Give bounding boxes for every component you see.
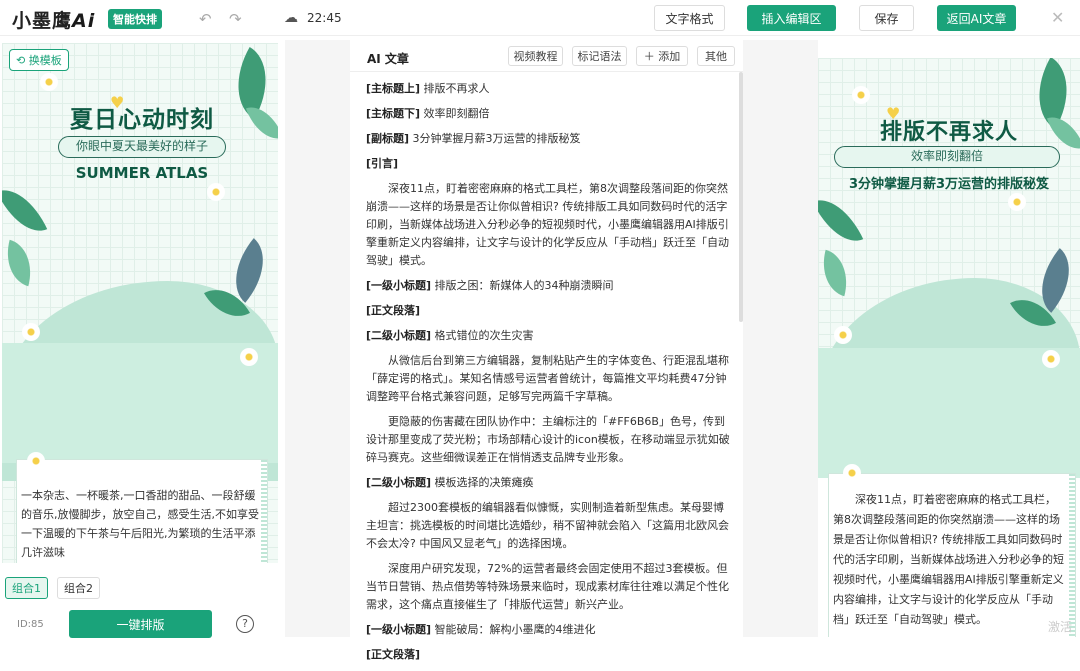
stripe-decoration (1069, 474, 1075, 637)
top-bar: 小墨鹰Ai 智能快排 ↶ ↷ ☁ 22:45 文字格式 插入编辑区 保存 返回A… (0, 0, 1080, 36)
article-paragraph: 从微信后台到第三方编辑器，复制粘贴产生的字体变色、行距混乱堪称「薛定谔的格式」。… (366, 352, 732, 406)
preview-text-box: 深夜11点，盯着密密麻麻的格式工具栏，第8次调整段落间距的你突然崩溃——这样的场… (828, 464, 1076, 637)
article-paragraph: 深夜11点，盯着密密麻麻的格式工具栏，第8次调整段落间距的你突然崩溃——这样的场… (366, 180, 732, 270)
paragraph-tag: [一级小标题] (366, 279, 432, 292)
save-time: 22:45 (307, 11, 342, 25)
preview-title: 排版不再求人 (879, 120, 1018, 145)
flower-icon (240, 348, 258, 366)
article-paragraph: [一级小标题] 排版之困：新媒体人的34种崩溃瞬间 (366, 277, 732, 295)
article-paragraph: [副标题] 3分钟掌握月薪3万运营的排版秘笈 (366, 130, 732, 148)
help-icon[interactable]: ? (236, 615, 254, 633)
cloud-saved-icon: ☁ (284, 10, 298, 26)
stripe-decoration (261, 460, 267, 563)
article-paragraph: [主标题下] 效率即刻翻倍 (366, 105, 732, 123)
gutter (285, 40, 350, 637)
app-logo: 小墨鹰Ai (12, 10, 96, 32)
template-panel: ♥ ⟲ 换模板 夏日心动时刻 你眼中夏天最美好的样子 SUMMER ATLAS … (0, 40, 285, 638)
paragraph-tag: [正文段落] (366, 304, 421, 317)
paragraph-text: 排版之困：新媒体人的34种崩溃瞬间 (431, 279, 614, 292)
gutter (743, 40, 818, 637)
article-panel-title: AI 文章 (367, 52, 409, 66)
preview-subtitle: 3分钟掌握月薪3万运营的排版秘笈 (848, 177, 1050, 192)
article-paragraph: [引言] (366, 155, 732, 173)
paragraph-text: 3分钟掌握月薪3万运营的排版秘笈 (409, 132, 581, 145)
flower-icon (207, 183, 225, 201)
article-paragraph: [一级小标题] 智能破局：解构小墨鹰的4维进化 (366, 621, 732, 639)
template-english-title: SUMMER ATLAS (75, 164, 209, 182)
undo-icon[interactable]: ↶ (199, 10, 212, 28)
close-icon[interactable]: ✕ (1051, 8, 1064, 27)
swap-icon: ⟲ (16, 54, 29, 67)
add-button[interactable]: ＋ 添加 (636, 46, 688, 66)
logo-tag: 智能快排 (108, 9, 162, 29)
paragraph-text: 智能破局：解构小墨鹰的4维进化 (431, 623, 596, 636)
preview-body-text: 深夜11点，盯着密密麻麻的格式工具栏，第8次调整段落间距的你突然崩溃——这样的场… (833, 493, 1064, 626)
save-button[interactable]: 保存 (859, 5, 914, 31)
text-format-button[interactable]: 文字格式 (654, 5, 725, 31)
article-body[interactable]: [主标题上] 排版不再求人 [主标题下] 效率即刻翻倍 [副标题] 3分钟掌握月薪3… (366, 80, 732, 671)
tab-combo-1[interactable]: 组合1 (5, 577, 48, 599)
paragraph-text: 超过2300套模板的编辑器看似慷慨，实则制造着新型焦虑。某母婴博主坦言：挑选模板… (366, 501, 729, 550)
paragraph-tag: [主标题下] (366, 107, 421, 120)
template-pill: 你眼中夏天最美好的样子 (58, 136, 226, 158)
ai-article-panel: AI 文章 视频教程 标记语法 ＋ 添加 其他 [主标题上] 排版不再求人 [主标… (350, 40, 743, 661)
tab-combo-2[interactable]: 组合2 (57, 577, 100, 599)
swap-template-button[interactable]: ⟲ 换模板 (9, 49, 69, 71)
article-paragraph: [正文段落] (366, 302, 732, 320)
markup-syntax-button[interactable]: 标记语法 (572, 46, 627, 66)
paragraph-text: 从微信后台到第三方编辑器，复制粘贴产生的字体变色、行距混乱堪称「薛定谔的格式」。… (366, 354, 729, 403)
paragraph-text: 效率即刻翻倍 (420, 107, 490, 120)
flower-icon (40, 73, 58, 91)
paragraph-text: 更隐蔽的伤害藏在团队协作中：主编标注的「#FF6B6B」色号，传到设计那里变成了… (366, 415, 730, 464)
article-paragraph: [正文段落] (366, 646, 732, 664)
flower-icon (27, 452, 45, 470)
video-tutorial-button[interactable]: 视频教程 (508, 46, 563, 66)
wave-decoration-2 (818, 348, 1080, 478)
article-header: AI 文章 视频教程 标记语法 ＋ 添加 其他 (350, 40, 743, 72)
paragraph-text: 排版不再求人 (420, 82, 490, 95)
article-paragraph: [二级小标题] 格式错位的次生灾害 (366, 327, 732, 345)
wave-decoration-2 (2, 343, 278, 463)
article-paragraph: 深度用户研究发现，72%的运营者最终会固定使用不超过3套模板。但当节日营销、热点… (366, 560, 732, 614)
template-id: ID:85 (17, 619, 44, 630)
plus-icon: ＋ (643, 50, 659, 63)
template-body-text: 一本杂志、一杯暖茶,一口香甜的甜品、一段舒缓的音乐,放慢脚步，放空自己，感受生活… (21, 489, 259, 559)
preview-pill: 效率即刻翻倍 (834, 146, 1060, 168)
paragraph-tag: [副标题] (366, 132, 410, 145)
insert-editor-button[interactable]: 插入编辑区 (747, 5, 836, 31)
article-paragraph: [二级小标题] 模板选择的决策瘫痪 (366, 474, 732, 492)
redo-icon[interactable]: ↷ (229, 10, 242, 28)
template-title: 夏日心动时刻 (70, 107, 214, 133)
preview-panel: ♥ 排版不再求人 效率即刻翻倍 3分钟掌握月薪3万运营的排版秘笈 深夜11点，盯… (818, 40, 1080, 637)
other-button[interactable]: 其他 (697, 46, 735, 66)
paragraph-text: 深度用户研究发现，72%的运营者最终会固定使用不超过3套模板。但当节日营销、热点… (366, 562, 729, 611)
paragraph-text: 格式错位的次生灾害 (431, 329, 534, 342)
preview-card: ♥ 排版不再求人 效率即刻翻倍 3分钟掌握月薪3万运营的排版秘笈 (818, 58, 1080, 478)
paragraph-tag: [二级小标题] (366, 476, 432, 489)
template-text-box: 一本杂志、一杯暖茶,一口香甜的甜品、一段舒缓的音乐,放慢脚步，放空自己，感受生活… (16, 452, 268, 563)
paragraph-text: 深夜11点，盯着密密麻麻的格式工具栏，第8次调整段落间距的你突然崩溃——这样的场… (366, 182, 729, 267)
paragraph-tag: [二级小标题] (366, 329, 432, 342)
one-key-layout-button[interactable]: 一键排版 (69, 610, 212, 638)
flower-icon (1042, 350, 1060, 368)
article-paragraph: [主标题上] 排版不再求人 (366, 80, 732, 98)
paragraph-text: 模板选择的决策瘫痪 (431, 476, 534, 489)
flower-icon (852, 86, 870, 104)
paragraph-tag: [引言] (366, 157, 399, 170)
flower-icon (843, 464, 861, 482)
article-paragraph: 超过2300套模板的编辑器看似慷慨，实则制造着新型焦虑。某母婴博主坦言：挑选模板… (366, 499, 732, 553)
flower-icon (834, 326, 852, 344)
flower-icon (1008, 193, 1026, 211)
paragraph-tag: [主标题上] (366, 82, 421, 95)
back-ai-article-button[interactable]: 返回AI文章 (937, 5, 1016, 31)
template-preview[interactable]: ♥ ⟲ 换模板 夏日心动时刻 你眼中夏天最美好的样子 SUMMER ATLAS … (2, 43, 278, 563)
flower-icon (22, 323, 40, 341)
watermark: 激活 (1048, 620, 1073, 634)
paragraph-tag: [正文段落] (366, 648, 421, 661)
article-paragraph: 更隐蔽的伤害藏在团队协作中：主编标注的「#FF6B6B」色号，传到设计那里变成了… (366, 413, 732, 467)
paragraph-tag: [一级小标题] (366, 623, 432, 636)
